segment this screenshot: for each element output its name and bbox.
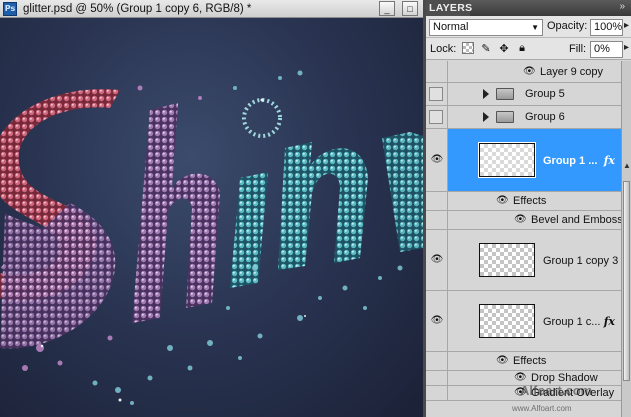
effects-label: Effects (513, 195, 547, 207)
lock-row: Lock: ✎ ✥ 🔒︎ Fill: 0% ▸ (426, 38, 631, 60)
watermark-url: www.Alfoart.com (512, 404, 572, 413)
lock-all-icon[interactable]: 🔒︎ (516, 42, 528, 54)
eye-icon[interactable]: 👁︎ (430, 154, 444, 165)
visibility-column: 👁︎ (426, 129, 448, 191)
effects-label: Effects (513, 355, 547, 367)
visibility-column (426, 211, 448, 229)
visibility-column: 👁︎ (426, 230, 448, 290)
layer-row-group-1-copy-3[interactable]: 👁︎ Group 1 copy 3 (426, 230, 621, 291)
layer-thumbnail (478, 142, 536, 178)
eye-icon[interactable]: 👁︎ (514, 372, 527, 383)
effects-row[interactable]: 👁︎ Effects (426, 192, 621, 211)
watermark-text: Alfoart.com (520, 383, 593, 398)
visibility-column (426, 192, 448, 210)
layer-name: Layer 9 copy (540, 66, 603, 78)
opacity-arrow-icon[interactable]: ▸ (624, 20, 629, 31)
eye-icon[interactable]: 👁︎ (496, 355, 509, 366)
eye-icon[interactable]: 👁︎ (430, 254, 444, 265)
visibility-column (426, 352, 448, 370)
layer-row-group-1-selected[interactable]: 👁︎ Group 1 ... fx (426, 129, 621, 192)
visibility-column (426, 106, 448, 128)
photoshop-app-icon: Ps (3, 1, 17, 16)
maximize-button[interactable]: □ (402, 1, 418, 16)
fx-icon[interactable]: fx (604, 315, 615, 328)
fx-icon[interactable]: fx (604, 154, 615, 167)
chevron-down-icon: ▼ (531, 23, 539, 32)
layer-row-layer-9-copy[interactable]: 👁︎ Layer 9 copy (426, 61, 621, 83)
eye-icon[interactable]: 👁︎ (523, 66, 536, 77)
panel-menu-icon[interactable]: » (619, 1, 625, 12)
layer-name: Group 1 c... (543, 316, 601, 328)
scroll-up-arrow-icon[interactable]: ▲ (623, 161, 631, 170)
visibility-column (426, 371, 448, 385)
layer-row-group-5[interactable]: Group 5 (426, 83, 621, 106)
expand-triangle-icon[interactable] (483, 112, 489, 122)
layer-row-group-1-c[interactable]: 👁︎ Group 1 c... fx (426, 291, 621, 352)
panel-tabbar: LAYERS » (426, 0, 631, 16)
folder-icon (496, 88, 514, 100)
layers-scrollbar[interactable]: ▲ (621, 61, 631, 417)
fill-arrow-icon[interactable]: ▸ (624, 42, 629, 53)
layer-thumbnail (479, 243, 535, 277)
folder-icon (496, 111, 514, 123)
visibility-toggle-off[interactable] (429, 110, 443, 124)
visibility-column: 👁︎ (426, 291, 448, 351)
document-titlebar: Ps glitter.psd @ 50% (Group 1 copy 6, RG… (0, 0, 423, 18)
expand-triangle-icon[interactable] (483, 89, 489, 99)
minimize-button[interactable]: _ (379, 1, 395, 16)
fill-label: Fill: (569, 43, 587, 55)
layer-name: Group 6 (525, 111, 565, 123)
opacity-field[interactable]: 100% (590, 19, 623, 36)
blend-mode-select[interactable]: Normal ▼ (429, 19, 543, 36)
layer-name: Group 5 (525, 88, 565, 100)
scroll-thumb[interactable] (623, 181, 630, 381)
visibility-toggle-off[interactable] (429, 87, 443, 101)
lock-brush-icon[interactable]: ✎ (480, 42, 492, 55)
layer-name: Group 1 copy 3 (543, 255, 619, 267)
layer-name: Group 1 ... (543, 155, 598, 167)
eye-icon[interactable]: 👁︎ (514, 214, 527, 225)
eye-icon[interactable]: 👁︎ (430, 315, 444, 326)
visibility-column (426, 386, 448, 400)
visibility-column (426, 61, 448, 82)
fill-field[interactable]: 0% (590, 41, 623, 58)
blend-options-row: Normal ▼ Opacity: 100% ▸ (426, 16, 631, 38)
layer-row-group-6[interactable]: Group 6 (426, 106, 621, 129)
layer-thumbnail (479, 304, 535, 338)
lock-label: Lock: (430, 43, 457, 55)
layers-list: 👁︎ Layer 9 copy Group 5 Group 6 👁︎ Group… (426, 61, 623, 401)
effect-row-bevel-emboss[interactable]: 👁︎ Bevel and Emboss (426, 211, 623, 230)
lock-transparency-icon[interactable] (462, 42, 474, 54)
layers-panel: LAYERS » Normal ▼ Opacity: 100% ▸ Lock: … (426, 0, 631, 417)
tab-layers[interactable]: LAYERS (426, 0, 472, 16)
effects-row[interactable]: 👁︎ Effects (426, 352, 621, 371)
document-title: glitter.psd @ 50% (Group 1 copy 6, RGB/8… (23, 2, 252, 15)
visibility-column (426, 83, 448, 105)
eye-icon[interactable]: 👁︎ (496, 195, 509, 206)
blend-mode-value: Normal (433, 21, 469, 33)
lock-move-icon[interactable]: ✥ (498, 42, 510, 55)
opacity-label: Opacity: (547, 20, 588, 32)
glitter-artwork (0, 70, 423, 405)
effect-name: Bevel and Emboss (531, 214, 623, 226)
document-canvas[interactable] (0, 18, 423, 417)
